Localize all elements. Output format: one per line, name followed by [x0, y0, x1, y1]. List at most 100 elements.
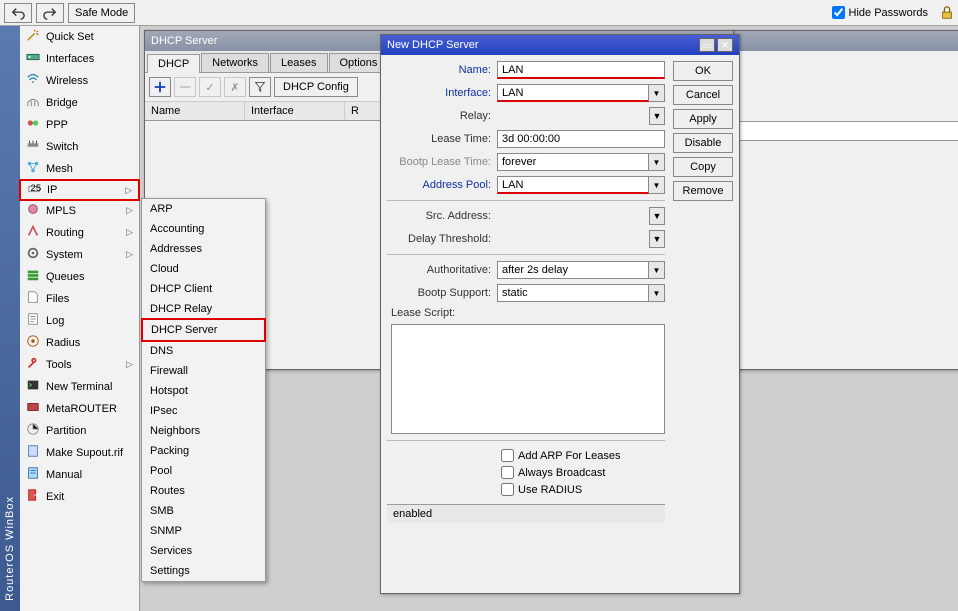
sidebar-item-partition[interactable]: Partition	[20, 420, 139, 442]
interface-dropdown[interactable]: ▼	[649, 84, 665, 102]
submenu-item-dns[interactable]: DNS	[142, 341, 265, 361]
remove-button[interactable]: Remove	[673, 181, 733, 201]
sidebar-item-routing[interactable]: Routing▷	[20, 222, 139, 244]
authoritative-input[interactable]	[497, 261, 649, 279]
dialog-min-button[interactable]: ▭	[699, 38, 715, 52]
submenu-item-pool[interactable]: Pool	[142, 461, 265, 481]
ip-submenu: ARPAccountingAddressesCloudDHCP ClientDH…	[141, 198, 266, 582]
sidebar-item-system[interactable]: System▷	[20, 244, 139, 266]
sys-icon	[26, 246, 40, 263]
bootp-support-dropdown[interactable]: ▼	[649, 284, 665, 302]
address-pool-input[interactable]	[497, 176, 649, 194]
svg-text:255: 255	[31, 182, 42, 193]
cancel-button[interactable]: Cancel	[673, 85, 733, 105]
column-header-interface[interactable]: Interface	[245, 102, 345, 120]
sidebar-item-manual[interactable]: Manual	[20, 464, 139, 486]
sidebar-item-queues[interactable]: Queues	[20, 266, 139, 288]
sidebar-item-make-supout-rif[interactable]: Make Supout.rif	[20, 442, 139, 464]
sidebar-item-tools[interactable]: Tools▷	[20, 354, 139, 376]
hide-passwords-input[interactable]	[832, 6, 845, 19]
submenu-item-accounting[interactable]: Accounting	[142, 219, 265, 239]
safe-mode-button[interactable]: Safe Mode	[68, 3, 135, 23]
submenu-item-settings[interactable]: Settings	[142, 561, 265, 581]
delay-threshold-expand[interactable]: ▼	[649, 230, 665, 248]
tab-networks[interactable]: Networks	[201, 53, 269, 72]
lease-script-textarea[interactable]	[391, 324, 665, 434]
ok-button[interactable]: OK	[673, 61, 733, 81]
sidebar-item-log[interactable]: Log	[20, 310, 139, 332]
checkbox-input[interactable]	[501, 449, 514, 462]
submenu-item-snmp[interactable]: SNMP	[142, 521, 265, 541]
disable-button[interactable]: ✗	[224, 77, 246, 97]
checkbox-always-broadcast[interactable]: Always Broadcast	[387, 464, 665, 481]
checkbox-use-radius[interactable]: Use RADIUS	[387, 481, 665, 498]
sidebar-item-metarouter[interactable]: MetaROUTER	[20, 398, 139, 420]
filter-button[interactable]	[249, 77, 271, 97]
submenu-item-arp[interactable]: ARP	[142, 199, 265, 219]
sidebar-item-exit[interactable]: Exit	[20, 486, 139, 508]
address-pool-dropdown[interactable]: ▼	[649, 176, 665, 194]
sidebar-item-label: System	[46, 249, 83, 261]
bg-dropdown[interactable]: ▼	[739, 121, 958, 141]
sidebar-item-switch[interactable]: Switch	[20, 136, 139, 158]
submenu-item-firewall[interactable]: Firewall	[142, 361, 265, 381]
submenu-item-dhcp-server[interactable]: DHCP Server	[141, 318, 266, 342]
tab-leases[interactable]: Leases	[270, 53, 327, 72]
interface-input[interactable]	[497, 84, 649, 102]
src-address-expand[interactable]: ▼	[649, 207, 665, 225]
add-button[interactable]	[149, 77, 171, 97]
enable-button[interactable]: ✓	[199, 77, 221, 97]
sidebar-item-radius[interactable]: Radius	[20, 332, 139, 354]
sidebar-item-ip[interactable]: 255IP▷	[19, 179, 140, 201]
dhcp-config-button[interactable]: DHCP Config	[274, 77, 358, 97]
submenu-item-ipsec[interactable]: IPsec	[142, 401, 265, 421]
authoritative-dropdown[interactable]: ▼	[649, 261, 665, 279]
sidebar-item-quick-set[interactable]: Quick Set	[20, 26, 139, 48]
submenu-item-routes[interactable]: Routes	[142, 481, 265, 501]
checkbox-add-arp-for-leases[interactable]: Add ARP For Leases	[387, 447, 665, 464]
bootp-lease-dropdown[interactable]: ▼	[649, 153, 665, 171]
lease-time-input[interactable]	[497, 130, 665, 148]
sidebar-item-new-terminal[interactable]: New Terminal	[20, 376, 139, 398]
submenu-item-dhcp-relay[interactable]: DHCP Relay	[142, 299, 265, 319]
sidebar-item-mpls[interactable]: MPLS ▷	[20, 200, 139, 222]
sidebar-item-label: MPLS	[46, 205, 76, 217]
checkbox-label: Always Broadcast	[518, 467, 605, 479]
submenu-item-packing[interactable]: Packing	[142, 441, 265, 461]
submenu-item-dhcp-client[interactable]: DHCP Client	[142, 279, 265, 299]
wand-icon	[26, 28, 40, 45]
submenu-item-smb[interactable]: SMB	[142, 501, 265, 521]
sidebar-item-bridge[interactable]: Bridge	[20, 92, 139, 114]
column-header-name[interactable]: Name	[145, 102, 245, 120]
submenu-item-addresses[interactable]: Addresses	[142, 239, 265, 259]
undo-button[interactable]	[4, 3, 32, 23]
name-input[interactable]	[497, 61, 665, 79]
bootp-support-input[interactable]	[497, 284, 649, 302]
sidebar-item-wireless[interactable]: Wireless	[20, 70, 139, 92]
checkbox-input[interactable]	[501, 483, 514, 496]
checkbox-input[interactable]	[501, 466, 514, 479]
submenu-item-cloud[interactable]: Cloud	[142, 259, 265, 279]
hide-passwords-checkbox[interactable]: Hide Passwords	[832, 6, 928, 19]
bootp-lease-input[interactable]	[497, 153, 649, 171]
submenu-item-services[interactable]: Services	[142, 541, 265, 561]
sidebar-item-mesh[interactable]: Mesh	[20, 158, 139, 180]
apply-button[interactable]: Apply	[673, 109, 733, 129]
sidebar-item-interfaces[interactable]: Interfaces	[20, 48, 139, 70]
submenu-item-hotspot[interactable]: Hotspot	[142, 381, 265, 401]
chevron-right-icon: ▷	[125, 185, 132, 196]
dialog-close-button[interactable]: ✕	[717, 38, 733, 52]
sidebar-item-ppp[interactable]: PPP	[20, 114, 139, 136]
sidebar-item-label: Exit	[46, 491, 64, 503]
column-header-r[interactable]: R	[345, 102, 385, 120]
tab-dhcp[interactable]: DHCP	[147, 54, 200, 73]
submenu-item-neighbors[interactable]: Neighbors	[142, 421, 265, 441]
dialog-titlebar[interactable]: New DHCP Server ▭ ✕	[381, 35, 739, 55]
relay-expand[interactable]: ▼	[649, 107, 665, 125]
redo-button[interactable]	[36, 3, 64, 23]
remove-button[interactable]	[174, 77, 196, 97]
sidebar-item-files[interactable]: Files	[20, 288, 139, 310]
copy-button[interactable]: Copy	[673, 157, 733, 177]
chevron-right-icon: ▷	[126, 205, 133, 216]
disable-button[interactable]: Disable	[673, 133, 733, 153]
